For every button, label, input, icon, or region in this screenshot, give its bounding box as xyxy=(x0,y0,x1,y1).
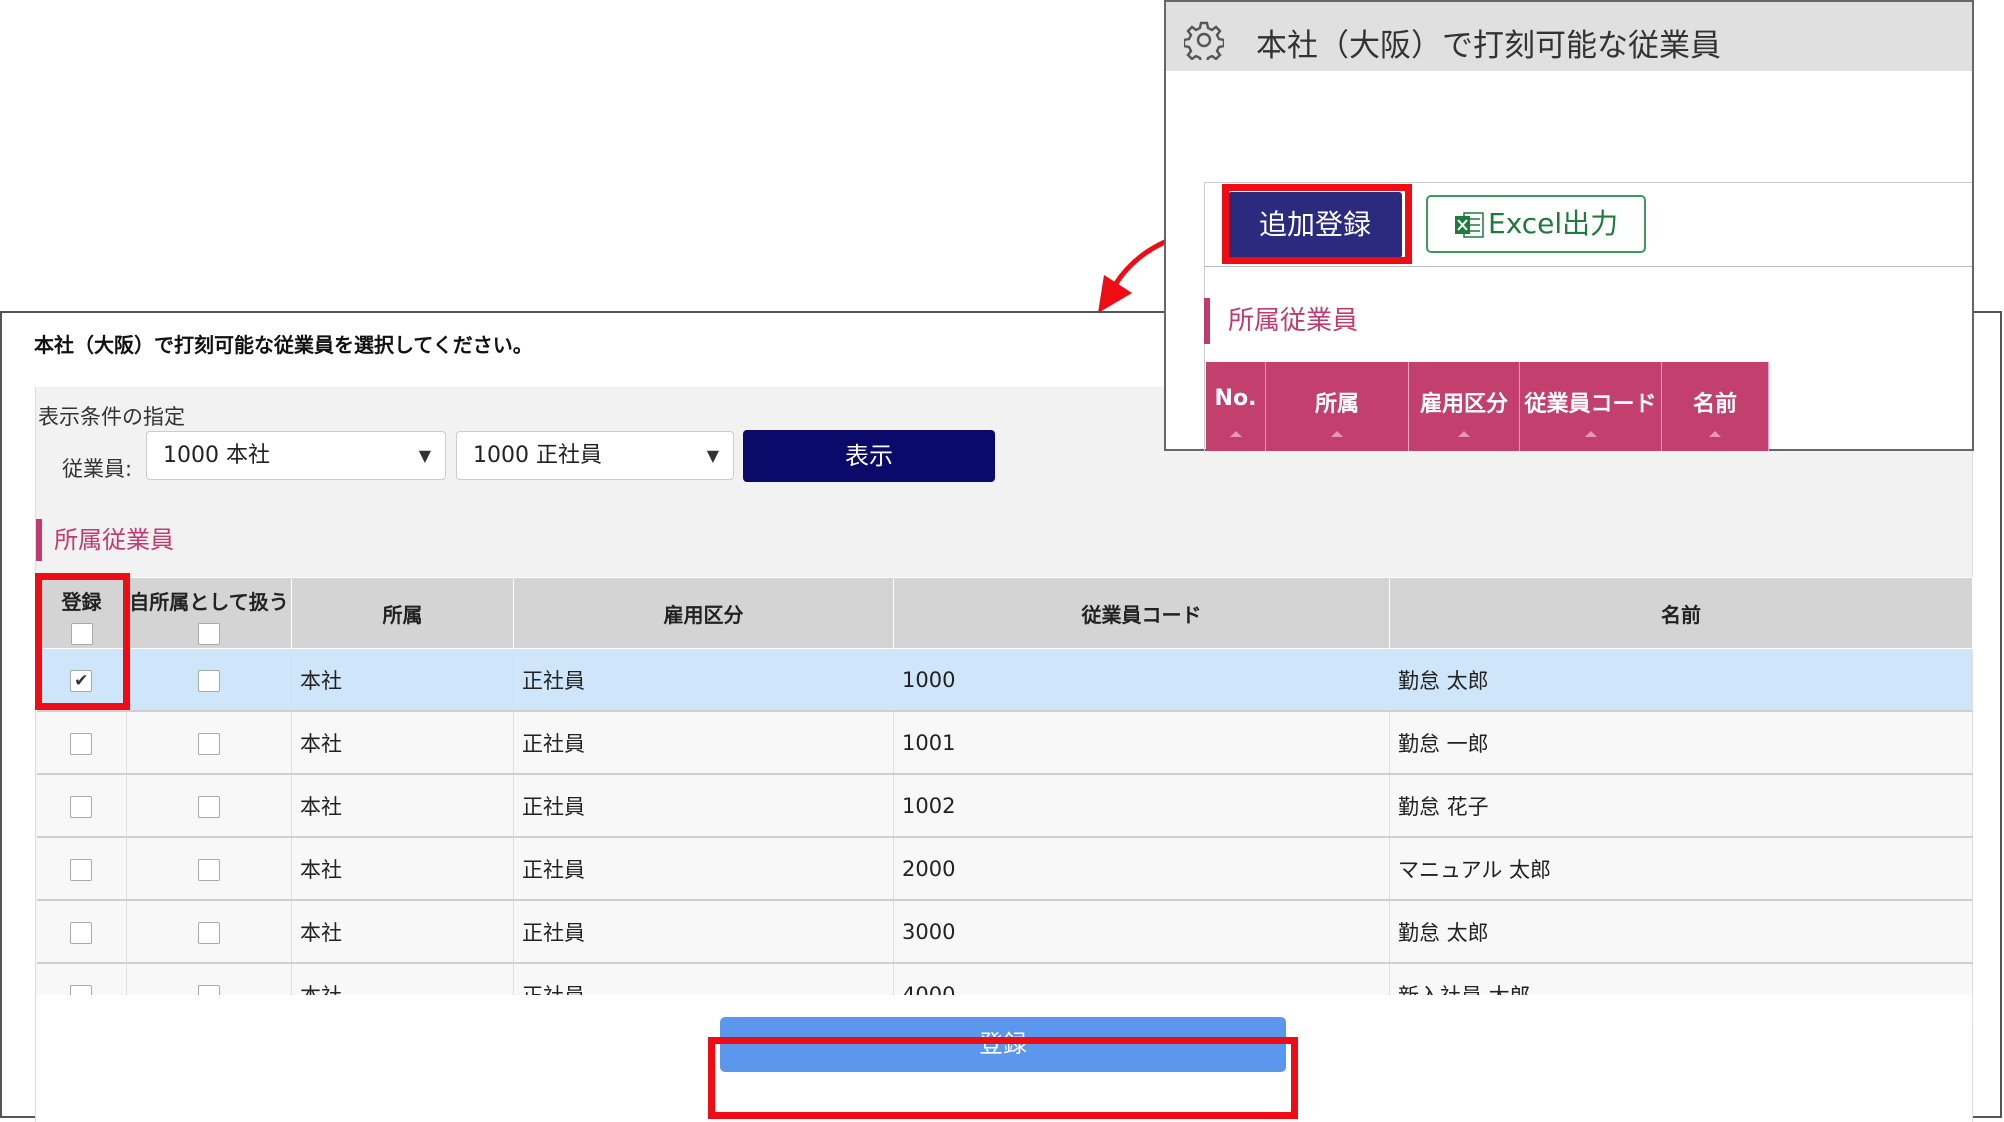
divider xyxy=(1204,266,1972,267)
cell-employee-code: 2000 xyxy=(893,837,1390,901)
chevron-down-icon: ▼ xyxy=(706,446,719,465)
register-checkbox[interactable] xyxy=(70,795,93,818)
register-cell xyxy=(36,900,127,964)
excel-icon xyxy=(1455,212,1484,238)
cell-name: 勤怠 花子 xyxy=(1389,774,1973,838)
cell-employee-code: 3000 xyxy=(893,900,1390,964)
cell-employment-type: 正社員 xyxy=(513,774,894,838)
own-affiliation-checkbox[interactable] xyxy=(198,732,220,755)
cell-employment-type: 正社員 xyxy=(513,648,894,712)
column-register: 登録 xyxy=(36,577,127,649)
sort-icon xyxy=(1331,431,1343,437)
register-cell xyxy=(36,711,127,775)
cell-affiliation: 本社 xyxy=(291,711,514,775)
cell-name: 勤怠 太郎 xyxy=(1389,648,1973,712)
popup-column-label: 雇用区分 xyxy=(1419,392,1508,417)
register-button[interactable]: 登録 xyxy=(720,1017,1286,1072)
own-affiliation-cell xyxy=(126,648,292,712)
gear-icon[interactable] xyxy=(1184,20,1224,60)
dialog-content: 表示条件の指定 従業員: 1000 本社 ▼ 1000 正社員 ▼ 表示 所属従… xyxy=(35,387,1973,1122)
conditions-title: 表示条件の指定 xyxy=(38,405,185,429)
sort-icon xyxy=(1458,431,1470,437)
own-affiliation-cell xyxy=(126,711,292,775)
show-button[interactable]: 表示 xyxy=(743,430,995,482)
column-affiliation[interactable]: 所属 xyxy=(291,577,514,649)
table-row[interactable]: 本社 正社員 1001 勤怠 一郎 xyxy=(36,711,1973,775)
cell-employment-type: 正社員 xyxy=(513,837,894,901)
own-affiliation-cell xyxy=(126,774,292,838)
popup-column-employee-code[interactable]: 従業員コード xyxy=(1520,362,1662,451)
dialog-title: 本社（大阪）で打刻可能な従業員を選択してください。 xyxy=(34,333,533,357)
chevron-down-icon: ▼ xyxy=(418,446,431,465)
footer-bar: 登録 xyxy=(36,995,1972,1122)
popup-table-header: No. 所属 雇用区分 従業員コード 名前 xyxy=(1206,362,1769,451)
company-select[interactable]: 1000 本社 ▼ xyxy=(146,431,446,480)
sort-icon xyxy=(1584,431,1597,437)
cell-employee-code: 1002 xyxy=(893,774,1390,838)
register-cell xyxy=(36,774,127,838)
column-own-affiliation: 自所属として扱う xyxy=(126,577,292,649)
popup-column-label: 所属 xyxy=(1314,392,1359,417)
own-affiliation-cell xyxy=(126,900,292,964)
popup-column-label: 名前 xyxy=(1692,392,1737,417)
own-affiliation-checkbox[interactable] xyxy=(198,921,220,944)
popup-column-label: 従業員コード xyxy=(1524,392,1657,417)
cell-affiliation: 本社 xyxy=(291,900,514,964)
select-all-register-checkbox[interactable] xyxy=(70,623,93,645)
table-row[interactable]: ✔ 本社 正社員 1000 勤怠 太郎 xyxy=(36,648,1973,712)
excel-export-label: Excel出力 xyxy=(1488,207,1619,240)
employee-table: 登録 自所属として扱う 所属 雇用区分 従業員コード 名前 ✔ 本社 正社員 1000… xyxy=(36,577,1973,1027)
divider xyxy=(1204,182,1972,183)
select-all-own-checkbox[interactable] xyxy=(198,623,220,645)
popup-column-name[interactable]: 名前 xyxy=(1662,362,1769,451)
sort-icon xyxy=(1229,431,1242,437)
column-name[interactable]: 名前 xyxy=(1389,577,1973,649)
register-cell xyxy=(36,837,127,901)
cell-name: 勤怠 一郎 xyxy=(1389,711,1973,775)
register-cell: ✔ xyxy=(36,648,127,712)
employee-label: 従業員: xyxy=(62,457,133,481)
register-checkbox[interactable] xyxy=(70,921,93,944)
table-header-row: 登録 自所属として扱う 所属 雇用区分 従業員コード 名前 xyxy=(36,577,1973,649)
cell-affiliation: 本社 xyxy=(291,648,514,712)
company-select-value: 1000 本社 xyxy=(163,443,270,468)
own-affiliation-cell xyxy=(126,837,292,901)
table-row[interactable]: 本社 正社員 2000 マニュアル 太郎 xyxy=(36,837,1973,901)
popup-column-affiliation[interactable]: 所属 xyxy=(1266,362,1409,451)
cell-name: マニュアル 太郎 xyxy=(1389,837,1973,901)
cell-employment-type: 正社員 xyxy=(513,711,894,775)
column-register-label: 登録 xyxy=(61,590,102,614)
section-title: 所属従業員 xyxy=(36,519,174,561)
register-checkbox[interactable] xyxy=(70,858,93,881)
popup-section-title: 所属従業員 xyxy=(1204,298,1358,344)
register-checkbox[interactable] xyxy=(70,732,93,755)
column-employee-code[interactable]: 従業員コード xyxy=(893,577,1390,649)
cell-employee-code: 1000 xyxy=(893,648,1390,712)
popup-column-no[interactable]: No. xyxy=(1206,362,1266,451)
table-row[interactable]: 本社 正社員 1002 勤怠 花子 xyxy=(36,774,1973,838)
own-affiliation-checkbox[interactable] xyxy=(198,795,220,818)
cell-name: 勤怠 太郎 xyxy=(1389,900,1973,964)
popup-title: 本社（大阪）で打刻可能な従業員 xyxy=(1256,28,1721,64)
popup-header: 本社（大阪）で打刻可能な従業員 xyxy=(1166,2,1972,71)
column-employment-type[interactable]: 雇用区分 xyxy=(513,577,894,649)
highlight-add-button xyxy=(1222,184,1412,264)
register-checkbox[interactable]: ✔ xyxy=(70,669,93,692)
employment-type-select-value: 1000 正社員 xyxy=(473,443,602,468)
popup-column-employment-type[interactable]: 雇用区分 xyxy=(1409,362,1520,451)
cell-employment-type: 正社員 xyxy=(513,900,894,964)
own-affiliation-checkbox[interactable] xyxy=(198,669,220,692)
employment-type-select[interactable]: 1000 正社員 ▼ xyxy=(456,431,734,480)
own-affiliation-checkbox[interactable] xyxy=(198,858,220,881)
sort-icon xyxy=(1709,431,1721,437)
cell-affiliation: 本社 xyxy=(291,774,514,838)
cell-affiliation: 本社 xyxy=(291,837,514,901)
cell-employee-code: 1001 xyxy=(893,711,1390,775)
popup-column-label: No. xyxy=(1214,386,1257,411)
excel-export-button[interactable]: Excel出力 xyxy=(1426,195,1646,253)
column-own-affiliation-label: 自所属として扱う xyxy=(129,590,289,614)
table-row[interactable]: 本社 正社員 3000 勤怠 太郎 xyxy=(36,900,1973,964)
